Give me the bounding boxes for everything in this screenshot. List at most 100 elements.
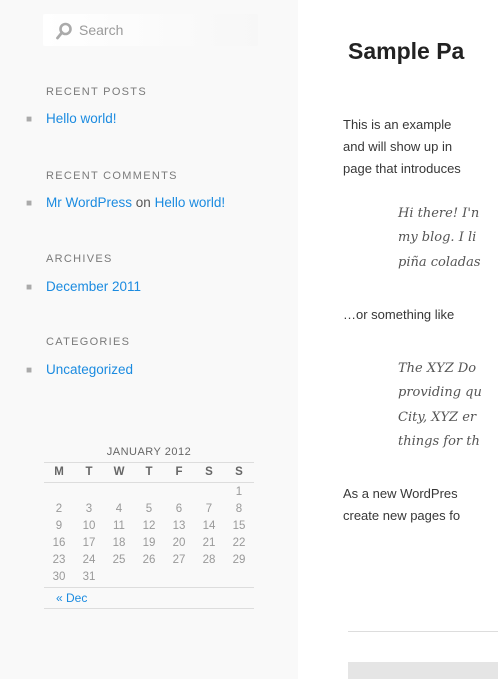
calendar-table: M T W T F S S 1 2 3 4 5 6 7 8 9 10 11 12… bbox=[44, 462, 254, 585]
calendar-day: 1 bbox=[235, 485, 243, 498]
calendar-day: 9 bbox=[55, 519, 63, 532]
calendar-day: 3 bbox=[85, 502, 93, 515]
bullet: ■ bbox=[26, 365, 33, 376]
calendar-day: 29 bbox=[232, 553, 246, 566]
bullet: ■ bbox=[26, 114, 33, 125]
recent-post-item[interactable]: ■ Hello world! bbox=[26, 111, 117, 126]
weekday-header: S bbox=[194, 462, 224, 483]
weekday-header: T bbox=[134, 462, 164, 483]
calendar-day: 23 bbox=[52, 553, 66, 566]
archive-link[interactable]: December 2011 bbox=[46, 279, 141, 294]
recent-posts-heading: RECENT POSTS bbox=[46, 86, 147, 98]
comment-on-text: on bbox=[135, 195, 151, 210]
calendar-widget: JANUARY 2012 M T W T F S S 1 2 3 4 5 6 7… bbox=[44, 446, 254, 609]
calendar-day: 31 bbox=[82, 570, 96, 583]
weekday-header: M bbox=[44, 462, 74, 483]
calendar-day: 18 bbox=[112, 536, 126, 549]
calendar-day bbox=[104, 483, 134, 501]
search-icon bbox=[56, 22, 72, 40]
quote-line: my blog. I li bbox=[398, 230, 477, 245]
quote-line: piña coladas bbox=[398, 255, 481, 270]
recent-comments-heading: RECENT COMMENTS bbox=[46, 170, 178, 182]
calendar-day: 26 bbox=[142, 553, 156, 566]
calendar-week-row: 9 10 11 12 13 14 15 bbox=[44, 517, 254, 534]
calendar-day: 11 bbox=[113, 519, 125, 532]
calendar-day bbox=[104, 568, 134, 585]
calendar-day: 7 bbox=[205, 502, 213, 515]
category-link[interactable]: Uncategorized bbox=[46, 362, 133, 377]
calendar-day: 4 bbox=[115, 502, 123, 515]
weekday-header: W bbox=[104, 462, 134, 483]
calendar-day: 24 bbox=[82, 553, 96, 566]
quote-line: providing qu bbox=[398, 385, 482, 400]
calendar-day: 2 bbox=[55, 502, 63, 515]
category-item[interactable]: ■ Uncategorized bbox=[26, 362, 133, 377]
calendar-prev-month-link[interactable]: « Dec bbox=[56, 591, 87, 605]
quote-line: The XYZ Do bbox=[398, 361, 477, 376]
bullet: ■ bbox=[26, 198, 33, 209]
calendar-day: 15 bbox=[232, 519, 246, 532]
quote-line: things for th bbox=[398, 434, 480, 449]
calendar-day: 8 bbox=[235, 502, 243, 515]
quote-line: Hi there! I'n bbox=[398, 206, 480, 221]
calendar-day: 20 bbox=[172, 536, 186, 549]
calendar-day: 22 bbox=[232, 536, 246, 549]
paragraph-line: page that introduces bbox=[343, 161, 461, 176]
calendar-week-row: 2 3 4 5 6 7 8 bbox=[44, 500, 254, 517]
sidebar: RECENT POSTS ■ Hello world! RECENT COMMEN… bbox=[0, 0, 298, 679]
search-box[interactable] bbox=[43, 14, 258, 46]
content-divider bbox=[348, 631, 498, 632]
archive-item[interactable]: ■ December 2011 bbox=[26, 279, 141, 294]
calendar-day bbox=[194, 483, 224, 501]
calendar-week-row: 1 bbox=[44, 483, 254, 501]
calendar-day: 14 bbox=[202, 519, 216, 532]
paragraph-line: …or something like bbox=[343, 307, 455, 322]
calendar-day: 6 bbox=[175, 502, 183, 515]
paragraph-line: create new pages fo bbox=[343, 508, 461, 523]
calendar-week-row: 23 24 25 26 27 28 29 bbox=[44, 551, 254, 568]
calendar-day: 10 bbox=[82, 519, 96, 532]
search-input[interactable] bbox=[79, 18, 249, 42]
calendar-week-row: 16 17 18 19 20 21 22 bbox=[44, 534, 254, 551]
bullet: ■ bbox=[26, 282, 33, 293]
page-title: Sample Pa bbox=[348, 38, 465, 64]
comment-post-link[interactable]: Hello world! bbox=[155, 195, 226, 210]
calendar-header-row: M T W T F S S bbox=[44, 462, 254, 483]
calendar-week-row: 30 31 bbox=[44, 568, 254, 585]
calendar-day bbox=[164, 483, 194, 501]
quote-line: City, XYZ er bbox=[398, 410, 477, 425]
comments-area-bar bbox=[348, 662, 498, 679]
calendar-day: 12 bbox=[142, 519, 156, 532]
calendar-day bbox=[134, 568, 164, 585]
categories-heading: CATEGORIES bbox=[46, 336, 131, 348]
weekday-header: S bbox=[224, 462, 254, 483]
archives-heading: ARCHIVES bbox=[46, 253, 113, 265]
calendar-day: 13 bbox=[172, 519, 186, 532]
calendar-day bbox=[134, 483, 164, 501]
calendar-day bbox=[194, 568, 224, 585]
main-content: Sample Pa This is an example and will sh… bbox=[298, 0, 498, 679]
calendar-day bbox=[74, 483, 104, 501]
paragraph-line: This is an example bbox=[343, 117, 452, 132]
recent-post-link[interactable]: Hello world! bbox=[46, 111, 117, 126]
calendar-day bbox=[44, 483, 74, 501]
calendar-day: 19 bbox=[142, 536, 156, 549]
calendar-day: 25 bbox=[112, 553, 126, 566]
calendar-day: 30 bbox=[52, 570, 66, 583]
calendar-day: 17 bbox=[82, 536, 96, 549]
paragraph-line: and will show up in bbox=[343, 139, 453, 154]
calendar-day: 16 bbox=[52, 536, 66, 549]
weekday-header: T bbox=[74, 462, 104, 483]
calendar-day: 28 bbox=[202, 553, 216, 566]
calendar-day bbox=[224, 568, 254, 585]
calendar-day: 21 bbox=[202, 536, 216, 549]
calendar-day: 5 bbox=[145, 502, 153, 515]
calendar-caption: JANUARY 2012 bbox=[106, 446, 192, 458]
comment-author-link[interactable]: Mr WordPress bbox=[46, 195, 132, 210]
paragraph-line: As a new WordPres bbox=[343, 486, 458, 501]
calendar-day: 27 bbox=[172, 553, 186, 566]
recent-comment-item: ■ Mr WordPress on Hello world! bbox=[26, 195, 225, 210]
calendar-nav: « Dec bbox=[44, 587, 254, 609]
weekday-header: F bbox=[164, 462, 194, 483]
calendar-day bbox=[164, 568, 194, 585]
